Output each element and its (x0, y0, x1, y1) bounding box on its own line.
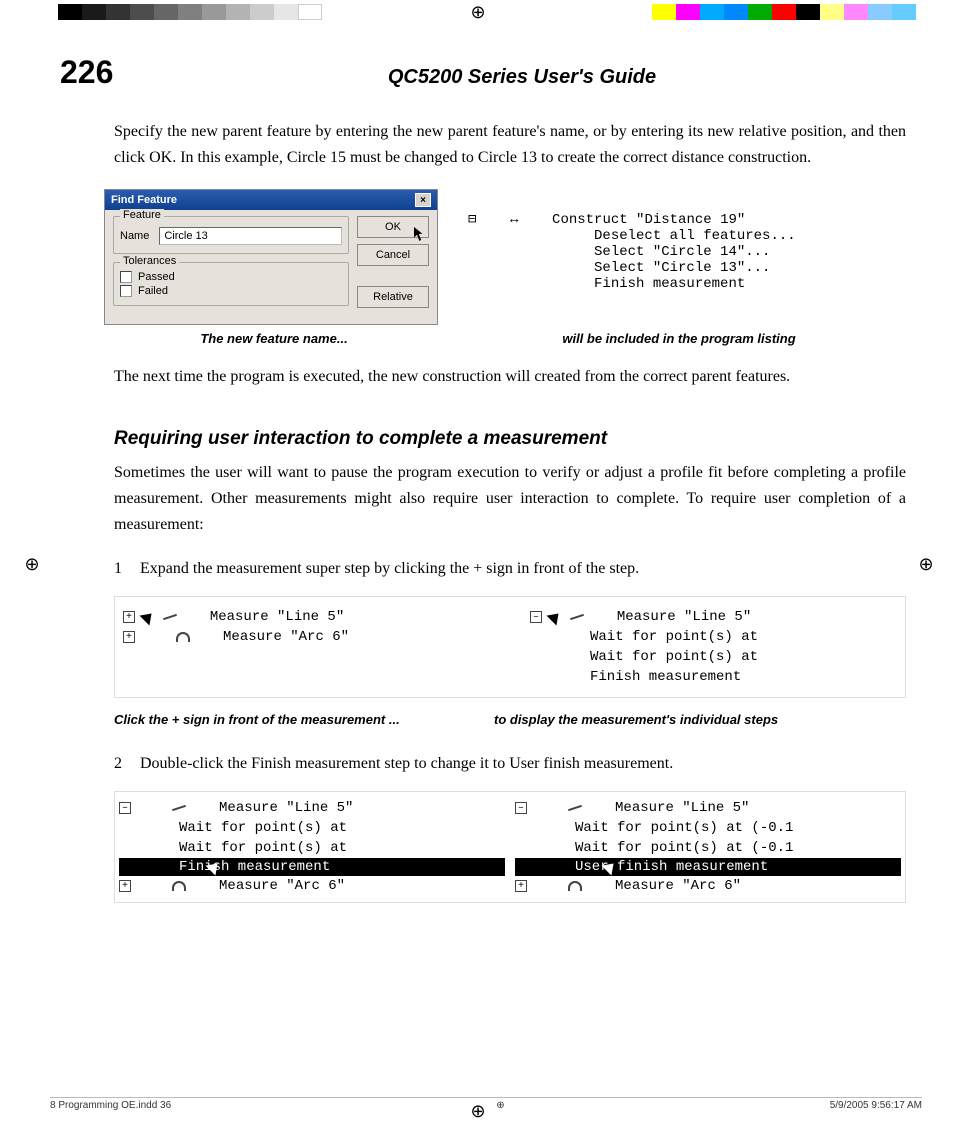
name-label: Name (120, 230, 149, 242)
cursor-icon (605, 860, 617, 874)
collapse-icon[interactable]: – (119, 802, 131, 814)
line-icon (172, 805, 186, 811)
figure-expand-step: + Measure "Line 5" + Measure "Arc 6" – M… (114, 596, 906, 698)
paragraph: The next time the program is executed, t… (114, 364, 906, 390)
expand-icon[interactable]: + (515, 880, 527, 892)
expand-icon[interactable]: + (119, 880, 131, 892)
expand-icon[interactable]: + (123, 611, 135, 623)
group-label: Tolerances (120, 255, 179, 267)
registration-mark-icon: ⊕ (468, 2, 488, 22)
document-title: QC5200 Series User's Guide (130, 66, 914, 89)
registration-mark-icon: ⊕ (22, 554, 42, 574)
dialog-title: Find Feature (111, 194, 177, 206)
paragraph: Specify the new parent feature by enteri… (114, 119, 906, 171)
checkbox-label: Failed (138, 285, 168, 297)
expand-icon[interactable]: + (123, 631, 135, 643)
figure-caption: will be included in the program listing (444, 331, 914, 346)
list-number: 1 (114, 556, 140, 582)
list-text: Double-click the Finish measurement step… (140, 751, 906, 777)
highlighted-step[interactable]: User finish measurement (515, 858, 901, 876)
list-text: Expand the measurement super step by cli… (140, 556, 906, 582)
group-label: Feature (120, 209, 164, 221)
checkbox-label: Passed (138, 271, 175, 283)
section-heading: Requiring user interaction to complete a… (114, 428, 906, 450)
program-listing: ⊟ ↔ Construct "Distance 19" Deselect all… (468, 189, 796, 292)
printer-calibration-bar-left (58, 4, 322, 20)
line-icon (568, 805, 582, 811)
figure-finish-measurement: – Measure "Line 5" Wait for point(s) at … (114, 791, 906, 903)
figure-caption: Click the + sign in front of the measure… (114, 712, 494, 727)
cursor-icon (209, 860, 221, 874)
footer-filename: 8 Programming OE.indd 36 (50, 1100, 171, 1111)
figure-caption: The new feature name... (104, 331, 444, 346)
failed-checkbox[interactable] (120, 285, 132, 297)
registration-mark-icon: ⊕ (496, 1100, 504, 1111)
arc-icon (176, 632, 190, 642)
cursor-icon (550, 610, 562, 624)
paragraph: Sometimes the user will want to pause th… (114, 460, 906, 538)
close-icon[interactable]: × (415, 193, 431, 207)
cursor-icon (143, 610, 155, 624)
arc-icon (172, 881, 186, 891)
footer-timestamp: 5/9/2005 9:56:17 AM (830, 1100, 922, 1111)
cancel-button[interactable]: Cancel (357, 244, 429, 266)
arc-icon (568, 881, 582, 891)
ok-button[interactable]: OK (357, 216, 429, 238)
collapse-icon[interactable]: – (530, 611, 542, 623)
highlighted-step[interactable]: Finish measurement (119, 858, 505, 876)
registration-mark-icon: ⊕ (916, 554, 936, 574)
list-number: 2 (114, 751, 140, 777)
collapse-icon[interactable]: – (515, 802, 527, 814)
line-icon (163, 614, 177, 620)
figure-caption: to display the measurement's individual … (494, 712, 914, 727)
relative-button[interactable]: Relative (357, 286, 429, 308)
line-icon (570, 614, 584, 620)
feature-name-input[interactable] (159, 227, 342, 245)
find-feature-dialog: Find Feature × Feature Name Tolerances P… (104, 189, 438, 325)
printer-calibration-bar-right (652, 4, 916, 20)
passed-checkbox[interactable] (120, 271, 132, 283)
